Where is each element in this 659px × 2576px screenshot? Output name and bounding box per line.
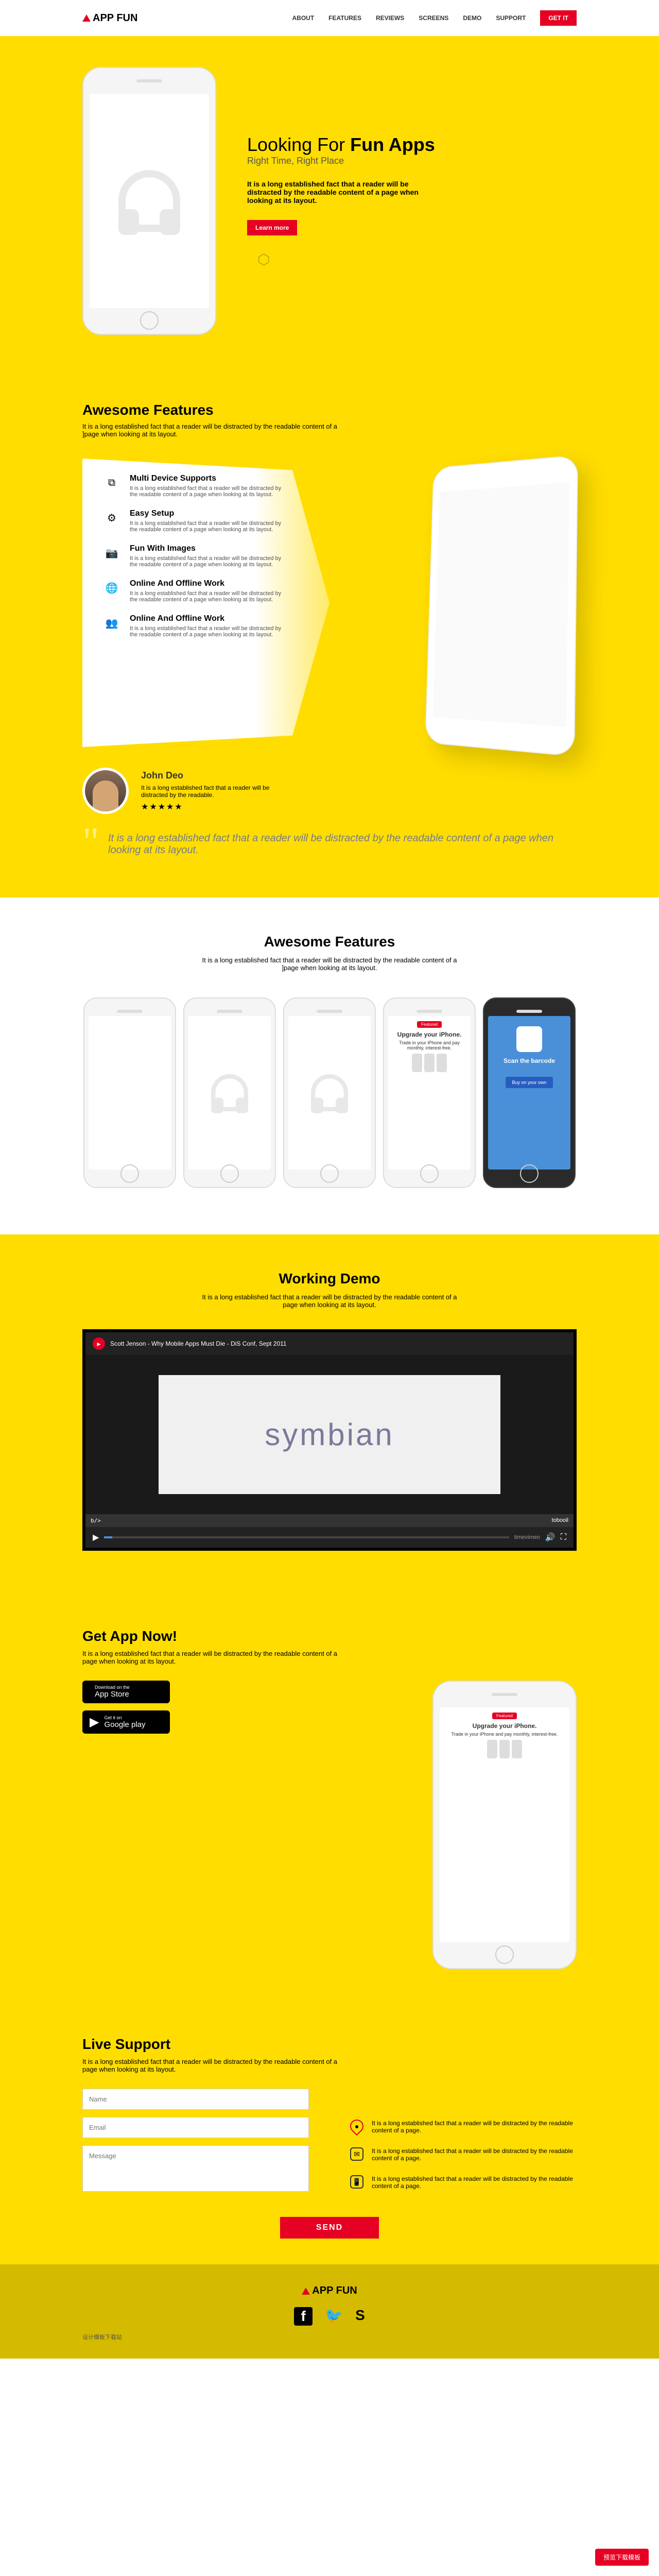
avatar bbox=[82, 768, 129, 814]
site-header: APP FUN ABOUT FEATURES REVIEWS SCREENS D… bbox=[0, 0, 659, 36]
channel-icon: ▸ bbox=[93, 1337, 105, 1350]
screen-5: Scan the barcode Buy on your own bbox=[483, 997, 576, 1188]
play-icon: ▶ bbox=[90, 1715, 99, 1730]
support-title: Live Support bbox=[82, 2036, 577, 2053]
nav-screens[interactable]: SCREENS bbox=[419, 14, 448, 22]
brand-label: b/> bbox=[91, 1517, 101, 1524]
screen-4: Featured Upgrade your iPhone. Trade in y… bbox=[383, 997, 476, 1188]
support-desc: It is a long established fact that a rea… bbox=[82, 2058, 340, 2073]
nav-about[interactable]: ABOUT bbox=[292, 14, 315, 22]
feature-item: ⚙ Easy SetupIt is a long established fac… bbox=[103, 509, 309, 533]
hero-phone-mockup bbox=[82, 67, 216, 335]
features-section: Awesome Features It is a long establishe… bbox=[0, 376, 659, 897]
features-panel: ⧉ Multi Device SupportsIt is a long esta… bbox=[82, 459, 330, 747]
features-title: Awesome Features bbox=[82, 402, 577, 418]
logo[interactable]: APP FUN bbox=[82, 12, 137, 24]
globe-icon: 🌐 bbox=[103, 579, 120, 597]
demo-desc: It is a long established fact that a rea… bbox=[196, 1293, 463, 1309]
name-input[interactable] bbox=[82, 2089, 309, 2110]
skype-icon[interactable]: S bbox=[355, 2307, 365, 2326]
testimonial: John Deo It is a long established fact t… bbox=[82, 747, 577, 814]
email-input[interactable] bbox=[82, 2117, 309, 2138]
feature-item: 👥 Online And Offline WorkIt is a long es… bbox=[103, 614, 309, 638]
gallery-title: Awesome Features bbox=[82, 934, 577, 950]
reviewer-name: John Deo bbox=[141, 770, 296, 781]
video-label: Scott Jenson - Why Mobile Apps Must Die … bbox=[110, 1340, 287, 1347]
main-nav: ABOUT FEATURES REVIEWS SCREENS DEMO SUPP… bbox=[292, 10, 577, 26]
android-icon: ⬡ bbox=[257, 251, 270, 268]
gallery-desc: It is a long established fact that a rea… bbox=[196, 956, 463, 972]
tilted-phone-mockup bbox=[425, 455, 578, 757]
headphones-image bbox=[211, 1074, 248, 1111]
get-app-section: Get App Now! It is a long established fa… bbox=[0, 1597, 659, 2010]
phone-icon: 📱 bbox=[350, 2175, 363, 2189]
quote-icon: " bbox=[82, 819, 99, 866]
star-rating: ★★★★★ bbox=[141, 802, 296, 812]
download-template-button[interactable]: 预览下载模板 bbox=[595, 2549, 649, 2566]
features-desc: It is a long established fact that a rea… bbox=[82, 422, 350, 438]
quote-text: It is a long established fact that a rea… bbox=[82, 817, 577, 856]
quote-block: " It is a long established fact that a r… bbox=[82, 814, 577, 856]
footer-logo[interactable]: APP FUN bbox=[82, 2285, 577, 2297]
presentation-slide: symbian bbox=[159, 1375, 500, 1495]
qr-icon bbox=[516, 1026, 542, 1052]
support-section: Live Support It is a long established fa… bbox=[0, 2010, 659, 2264]
mail-icon: ✉ bbox=[350, 2147, 363, 2161]
google-play-button[interactable]: ▶ Get it onGoogle play bbox=[82, 1710, 170, 1734]
play-icon[interactable]: ▶ bbox=[93, 1532, 99, 1543]
nav-features[interactable]: FEATURES bbox=[328, 14, 361, 22]
twitter-icon[interactable]: 🐦 bbox=[325, 2307, 343, 2326]
screen-3 bbox=[283, 997, 376, 1188]
get-it-button[interactable]: GET IT bbox=[540, 10, 577, 26]
demo-title: Working Demo bbox=[82, 1270, 577, 1287]
headphones-image bbox=[118, 170, 180, 232]
nav-demo[interactable]: DEMO bbox=[463, 14, 481, 22]
feature-item: 📷 Fun With ImagesIt is a long establishe… bbox=[103, 544, 309, 568]
fullscreen-icon[interactable]: ⛶ bbox=[561, 1533, 566, 1542]
nav-support[interactable]: SUPPORT bbox=[496, 14, 526, 22]
learn-more-button[interactable]: Learn more bbox=[247, 220, 297, 235]
site-footer: APP FUN f 🐦 S 设计模板下载站 bbox=[0, 2264, 659, 2359]
hero-subtitle: Right Time, Right Place bbox=[247, 156, 577, 166]
progress-bar[interactable] bbox=[104, 1536, 509, 1538]
getapp-phone-mockup: Featured Upgrade your iPhone. Trade in y… bbox=[432, 1681, 577, 1969]
demo-section: Working Demo It is a long established fa… bbox=[0, 1234, 659, 1597]
camera-icon: 📷 bbox=[103, 544, 120, 562]
mail-info: ✉ It is a long established fact that a r… bbox=[350, 2147, 577, 2162]
multi-device-icon: ⧉ bbox=[103, 474, 120, 492]
hero-description: It is a long established fact that a rea… bbox=[247, 180, 443, 205]
message-input[interactable] bbox=[82, 2145, 309, 2192]
getapp-desc: It is a long established fact that a rea… bbox=[82, 1650, 340, 1665]
nav-reviews[interactable]: REVIEWS bbox=[376, 14, 404, 22]
screens-gallery: Awesome Features It is a long establishe… bbox=[0, 897, 659, 1234]
headphones-image bbox=[311, 1074, 348, 1111]
app-store-button[interactable]: Download on theApp Store bbox=[82, 1681, 170, 1703]
screen-2 bbox=[183, 997, 276, 1188]
phone-info: 📱 It is a long established fact that a r… bbox=[350, 2175, 577, 2190]
hero-title: Looking For Fun Apps bbox=[247, 134, 577, 156]
feature-item: 🌐 Online And Offline WorkIt is a long es… bbox=[103, 579, 309, 603]
video-player[interactable]: ▸ Scott Jenson - Why Mobile Apps Must Di… bbox=[82, 1329, 577, 1551]
pin-icon: ● bbox=[348, 2117, 367, 2136]
hero-section: Looking For Fun Apps Right Time, Right P… bbox=[0, 36, 659, 376]
getapp-title: Get App Now! bbox=[82, 1628, 577, 1645]
facebook-icon[interactable]: f bbox=[294, 2307, 313, 2326]
volume-icon[interactable]: 🔊 bbox=[545, 1532, 556, 1543]
people-icon: 👥 bbox=[103, 614, 120, 632]
screen-1 bbox=[83, 997, 176, 1188]
gear-icon: ⚙ bbox=[103, 509, 120, 527]
feature-item: ⧉ Multi Device SupportsIt is a long esta… bbox=[103, 474, 309, 498]
review-line: It is a long established fact that a rea… bbox=[141, 784, 296, 799]
copyright: 设计模板下载站 bbox=[82, 2333, 122, 2341]
platform-icons: ⬡ bbox=[247, 251, 577, 268]
location-info: ● It is a long established fact that a r… bbox=[350, 2120, 577, 2134]
send-button[interactable]: SEND bbox=[280, 2217, 379, 2239]
